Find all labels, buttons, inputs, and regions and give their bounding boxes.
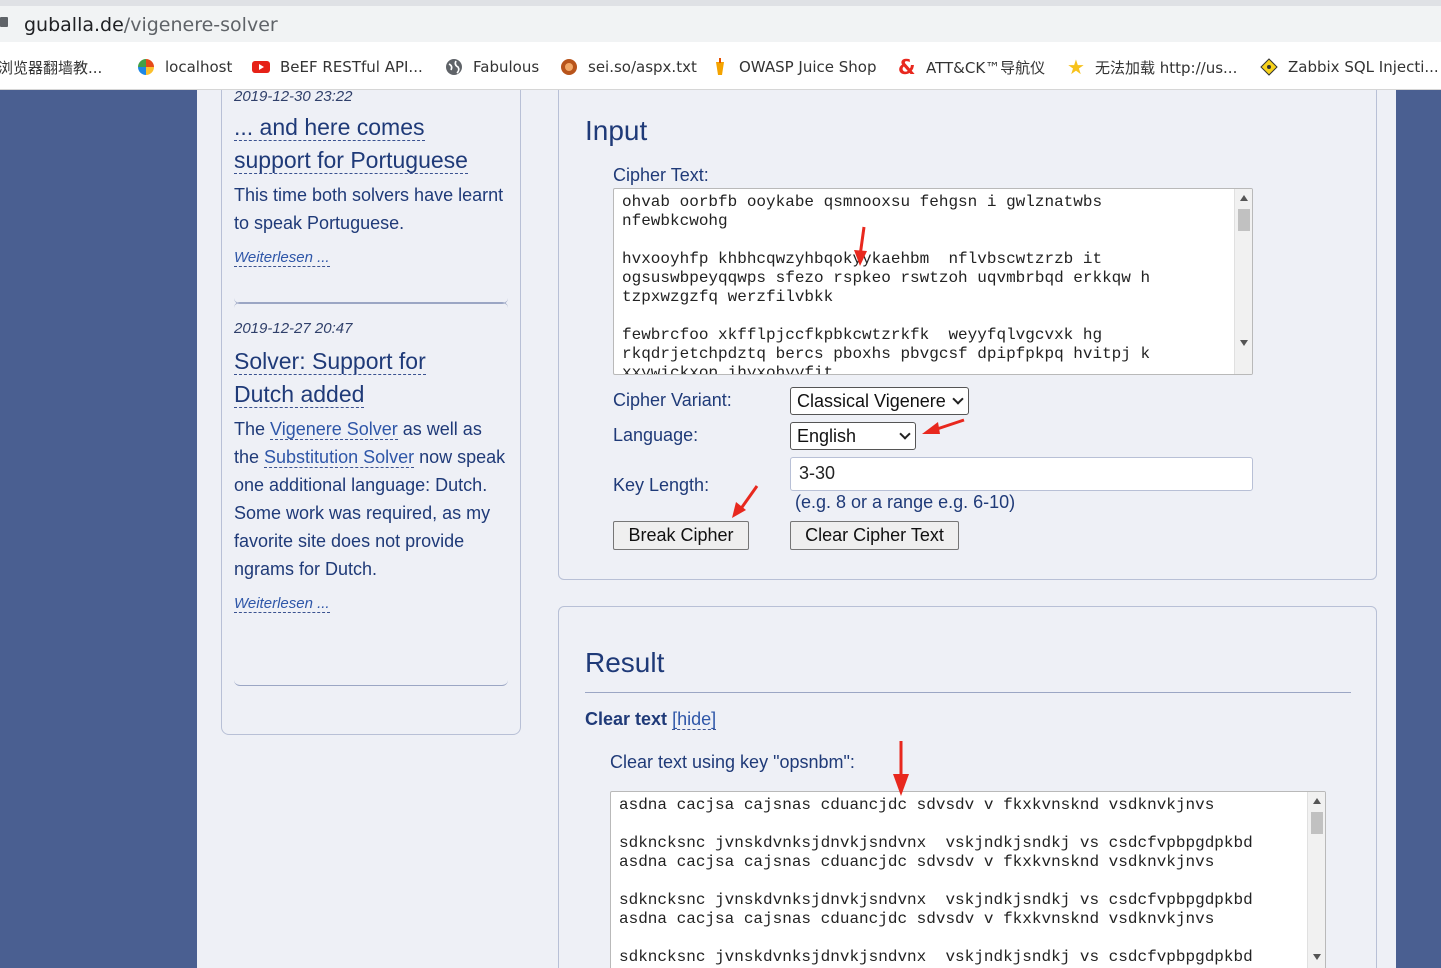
- post-body: The Vigenere Solver as well as the Subst…: [234, 415, 508, 583]
- bookmark-label: ATT&CK™导航仪: [926, 58, 1046, 77]
- bookmark-item[interactable]: Zabbix SQL Injecti...: [1260, 56, 1439, 78]
- scroll-thumb[interactable]: [1238, 209, 1250, 231]
- sidebar-news: 2019-12-30 23:22 ... and here comes supp…: [221, 90, 521, 735]
- bookmark-label: localhost: [165, 58, 233, 76]
- key-caption: Clear text using key "opsnbm":: [610, 752, 855, 772]
- star-icon: ★: [1067, 55, 1085, 79]
- cipher-text-label: Cipher Text:: [613, 165, 709, 185]
- bookmark-label: sei.so/aspx.txt: [588, 58, 697, 76]
- post-title[interactable]: Solver: Support for Dutch added: [234, 345, 508, 411]
- clear-text-scrollbar[interactable]: [1307, 792, 1325, 968]
- substitution-solver-link[interactable]: Substitution Solver: [264, 447, 415, 468]
- post-title-line[interactable]: Dutch added: [234, 381, 365, 408]
- clear-text-area[interactable]: asdna cacjsa cajsnas cduancjdc sdvsdv v …: [610, 791, 1326, 968]
- language-label: Language:: [613, 425, 699, 445]
- cipher-variant-select[interactable]: Classical Vigenere: [790, 387, 969, 415]
- scroll-down-icon[interactable]: [1240, 340, 1248, 346]
- post-title-line[interactable]: support for Portuguese: [234, 147, 468, 174]
- post-divider: [234, 302, 508, 310]
- post-date: 2019-12-27 20:47: [234, 320, 353, 337]
- post-body: This time both solvers have learnt to sp…: [234, 185, 504, 233]
- post-body-text: The: [234, 419, 271, 439]
- bookmark-item[interactable]: 浏览器翻墙教...: [0, 56, 102, 78]
- pinwheel-icon: [138, 59, 154, 75]
- result-panel: Result Clear text [hide] Clear text usin…: [558, 606, 1377, 968]
- annotation-arrow-icon: [854, 226, 867, 266]
- juice-icon: [716, 58, 724, 75]
- lock-icon[interactable]: [0, 17, 8, 27]
- address-bar[interactable]: guballa.de/vigenere-solver: [0, 0, 1441, 42]
- input-panel: Input Cipher Text: ohvab oorbfb ooykabe …: [558, 90, 1377, 580]
- url-host: guballa.de: [24, 14, 124, 36]
- bookmark-item[interactable]: ★ 无法加载 http://us...: [1067, 56, 1237, 78]
- key-length-hint: (e.g. 8 or a range e.g. 6-10): [795, 492, 1016, 512]
- annotation-arrow-icon: [893, 741, 909, 796]
- cipher-text-content[interactable]: ohvab oorbfb ooykabe qsmnooxsu fehgsn i …: [614, 189, 1252, 374]
- bookmark-label: 无法加载 http://us...: [1095, 58, 1238, 77]
- bookmarks-bar: 浏览器翻墙教... localhost BeEF RESTful API... …: [0, 42, 1441, 90]
- chevron-down-icon: [899, 428, 911, 440]
- orange-circle-icon: [561, 59, 577, 75]
- read-more-link[interactable]: Weiterlesen ...: [234, 249, 330, 267]
- input-heading: Input: [585, 115, 648, 146]
- clear-text-title: Clear text: [585, 709, 668, 729]
- annotation-arrow-icon: [922, 418, 965, 434]
- ampersand-icon: &: [898, 55, 916, 79]
- url-text[interactable]: guballa.de/vigenere-solver: [24, 14, 278, 36]
- scroll-up-icon[interactable]: [1313, 798, 1321, 804]
- bookmark-item[interactable]: OWASP Juice Shop: [711, 56, 876, 78]
- annotation-arrow-icon: [732, 485, 759, 518]
- post-title-line[interactable]: Solver: Support for: [234, 348, 426, 375]
- news-post: 2019-12-30 23:22 ... and here comes supp…: [234, 90, 508, 304]
- post-date: 2019-12-30 23:22: [234, 90, 353, 105]
- post-title-line[interactable]: ... and here comes: [234, 114, 425, 141]
- post-title[interactable]: ... and here comes support for Portugues…: [234, 111, 508, 177]
- result-divider: [585, 692, 1351, 693]
- diamond-icon: [1260, 58, 1278, 76]
- language-value: English: [797, 425, 857, 446]
- result-heading: Result: [585, 647, 665, 678]
- bookmark-item[interactable]: BeEF RESTful API...: [252, 56, 423, 78]
- bookmark-item[interactable]: & ATT&CK™导航仪: [898, 56, 1045, 78]
- clear-text-header: Clear text [hide]: [585, 709, 717, 730]
- language-select[interactable]: English: [790, 422, 916, 450]
- chevron-down-icon: [952, 393, 964, 405]
- scroll-thumb[interactable]: [1311, 812, 1323, 834]
- globe-icon: [446, 59, 462, 75]
- vigenere-solver-link[interactable]: Vigenere Solver: [270, 419, 398, 440]
- bookmark-label: 浏览器翻墙教...: [0, 58, 103, 77]
- hide-link[interactable]: [hide]: [672, 709, 717, 730]
- scroll-down-icon[interactable]: [1313, 954, 1321, 960]
- scroll-up-icon[interactable]: [1240, 195, 1248, 201]
- youtube-icon: [252, 61, 270, 73]
- bookmark-label: OWASP Juice Shop: [739, 58, 877, 76]
- bookmark-label: Fabulous: [473, 58, 540, 76]
- key-length-label: Key Length:: [613, 475, 710, 495]
- cipher-variant-label: Cipher Variant:: [613, 390, 732, 410]
- cipher-text-scrollbar[interactable]: [1234, 189, 1252, 374]
- bookmark-item[interactable]: localhost: [137, 56, 232, 78]
- bookmark-label: BeEF RESTful API...: [280, 58, 423, 76]
- bookmark-item[interactable]: sei.so/aspx.txt: [560, 56, 697, 78]
- key-length-input[interactable]: 3-30: [790, 457, 1253, 491]
- clear-text-content[interactable]: asdna cacjsa cajsnas cduancjdc sdvsdv v …: [611, 792, 1325, 968]
- cipher-text-area[interactable]: ohvab oorbfb ooykabe qsmnooxsu fehgsn i …: [613, 188, 1253, 375]
- break-cipher-button[interactable]: Break Cipher: [613, 521, 749, 550]
- page-content: 2019-12-30 23:22 ... and here comes supp…: [197, 90, 1396, 968]
- url-path: /vigenere-solver: [123, 14, 278, 36]
- clear-cipher-text-button[interactable]: Clear Cipher Text: [790, 521, 959, 550]
- read-more-link[interactable]: Weiterlesen ...: [234, 595, 330, 613]
- post-divider: [234, 678, 508, 686]
- bookmark-label: Zabbix SQL Injecti...: [1288, 58, 1439, 76]
- cipher-variant-value: Classical Vigenere: [797, 390, 946, 411]
- news-post: 2019-12-27 20:47 Solver: Support for Dut…: [234, 302, 508, 686]
- bookmark-item[interactable]: Fabulous: [445, 56, 539, 78]
